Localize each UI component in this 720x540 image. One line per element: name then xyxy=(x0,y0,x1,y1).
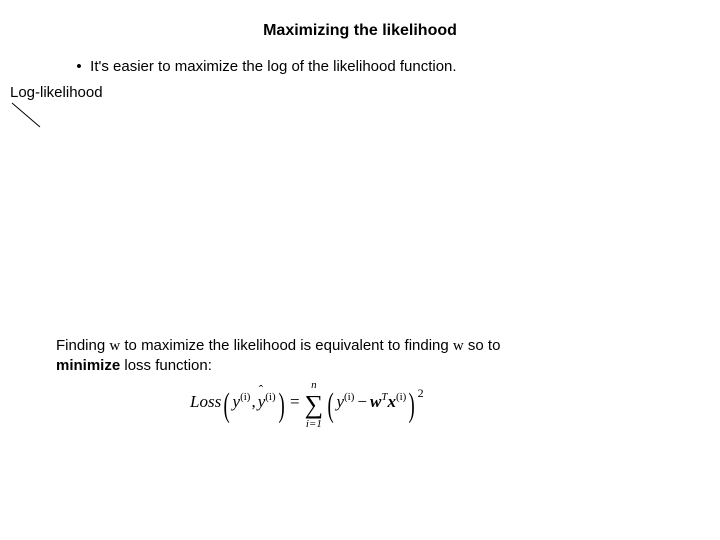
log-likelihood-label: Log-likelihood xyxy=(10,84,103,101)
var-w-2: w xyxy=(453,338,464,354)
var-yhat: y xyxy=(258,392,266,412)
sup-i-4: (i) xyxy=(396,391,406,403)
summation-icon: n∑i=1 xyxy=(305,392,324,418)
para-text-2: to maximize the likelihood is equivalent… xyxy=(120,337,453,354)
para-text-1: Finding xyxy=(56,337,109,354)
bullet-marker: • xyxy=(72,58,86,75)
pointer-line-icon xyxy=(10,101,46,129)
minimize-word: minimize xyxy=(56,357,120,374)
var-w-1: w xyxy=(109,338,120,354)
para-text-4: loss function: xyxy=(120,357,212,374)
comma-1: , xyxy=(251,392,255,411)
sup-i-3: (i) xyxy=(344,391,354,403)
sum-upper: n xyxy=(305,379,324,391)
minus-sign: − xyxy=(357,392,367,411)
loss-formula: Loss(y(i),y(i))=n∑i=1(y(i)−wTx(i))2 xyxy=(190,386,424,419)
slide-title: Maximizing the likelihood xyxy=(0,22,720,40)
var-y-1: y xyxy=(233,392,241,411)
explanatory-paragraph: Finding w to maximize the likelihood is … xyxy=(56,336,526,375)
var-x: x xyxy=(387,392,396,411)
bullet-line: • It's easier to maximize the log of the… xyxy=(72,58,457,75)
var-y-2: y xyxy=(336,392,344,411)
bullet-text: It's easier to maximize the log of the l… xyxy=(90,58,456,75)
sup-i-1: (i) xyxy=(240,391,250,403)
equals-sign: = xyxy=(290,392,300,411)
sum-lower: i=1 xyxy=(305,418,324,430)
para-text-3: so to xyxy=(464,337,501,354)
sup-2: 2 xyxy=(418,386,424,400)
var-w: w xyxy=(370,392,381,411)
loss-word: Loss xyxy=(190,392,221,411)
sup-i-2: (i) xyxy=(265,391,275,403)
